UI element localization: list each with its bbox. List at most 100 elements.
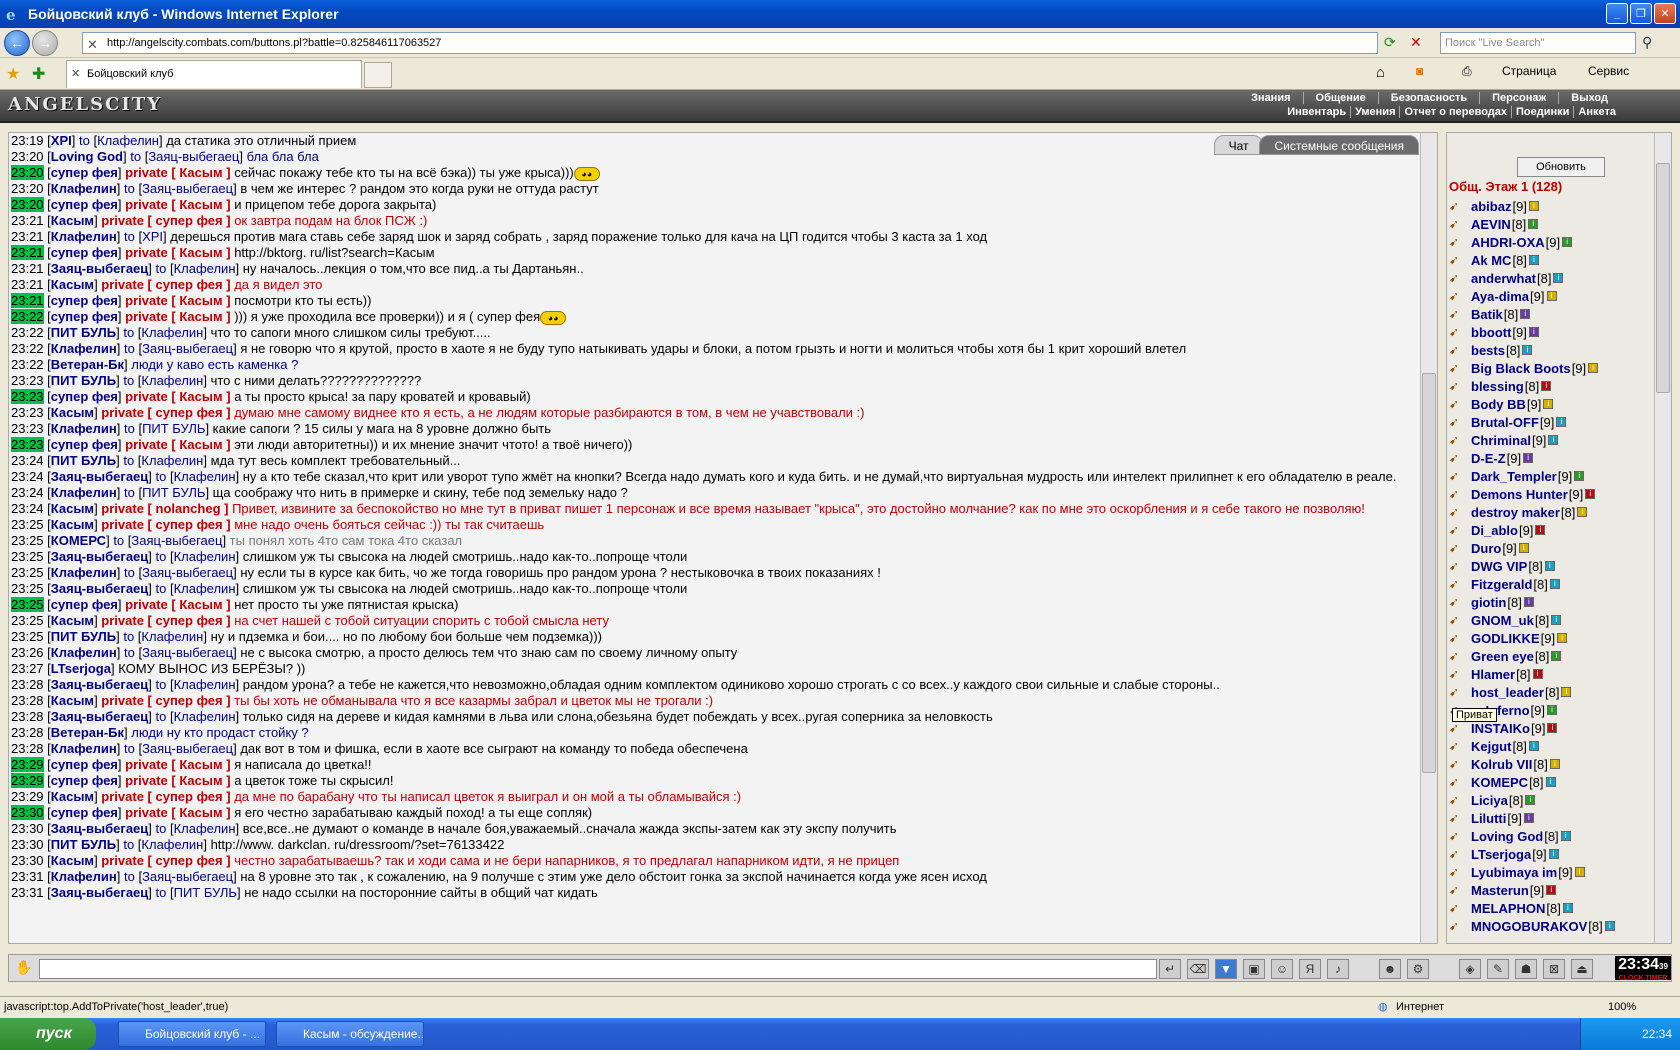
message-time[interactable]: 23:21 (11, 245, 44, 260)
user-name[interactable]: Brutal-OFF (1471, 415, 1539, 430)
message-author[interactable]: супер фея (51, 437, 118, 452)
tools-menu[interactable]: Сервис (1588, 64, 1629, 78)
message-target[interactable]: супер фея (156, 517, 223, 532)
message-target[interactable]: nolancheg (156, 501, 221, 516)
user-info-icon[interactable]: i (1549, 579, 1560, 589)
private-arrow-icon[interactable]: ➹ (1449, 397, 1467, 411)
menu-skills[interactable]: Умения (1351, 106, 1401, 118)
message-author[interactable]: ПИТ БУЛЬ (51, 325, 116, 340)
forward-button[interactable]: → (32, 30, 58, 56)
message-time[interactable]: 23:30 (11, 821, 44, 836)
user-name[interactable]: Aya-dima (1471, 289, 1529, 304)
minimize-button[interactable]: _ (1606, 3, 1628, 24)
user-info-icon[interactable]: i (1535, 525, 1546, 535)
message-author[interactable]: ПИТ БУЛЬ (51, 373, 116, 388)
message-target[interactable]: Заяц-выбегаец (142, 341, 233, 356)
message-author[interactable]: Клафелин (51, 421, 117, 436)
user-name[interactable]: destroy maker (1471, 505, 1560, 520)
message-target[interactable]: Клафелин (174, 261, 236, 276)
message-author[interactable]: LTserjoga (51, 661, 111, 676)
message-time[interactable]: 23:24 (11, 453, 44, 468)
message-author[interactable]: КОМЕРС (51, 533, 106, 548)
message-target[interactable]: Касым (179, 389, 222, 404)
message-target[interactable]: Касым (179, 757, 222, 772)
user-info-icon[interactable]: i (1543, 399, 1554, 409)
message-author[interactable]: Клафелин (51, 741, 117, 756)
private-arrow-icon[interactable]: ➹ (1449, 523, 1467, 537)
private-arrow-icon[interactable]: ➹ (1449, 379, 1467, 393)
private-arrow-icon[interactable]: ➹ (1449, 361, 1467, 375)
clear-icon[interactable]: ⌫ (1187, 959, 1209, 979)
user-info-icon[interactable]: i (1544, 561, 1555, 571)
message-author[interactable]: Касым (51, 853, 94, 868)
user-info-icon[interactable]: i (1560, 831, 1571, 841)
message-target[interactable]: Заяц-выбегаец (142, 181, 233, 196)
new-tab-button[interactable] (364, 62, 392, 88)
user-name[interactable]: anderwhat (1471, 271, 1536, 286)
user-info-icon[interactable]: i (1574, 867, 1585, 877)
message-author[interactable]: Заяц-выбегаец (51, 581, 149, 596)
user-info-icon[interactable]: i (1523, 453, 1534, 463)
chat-scrollbar-thumb[interactable] (1422, 373, 1436, 773)
menu-profile[interactable]: Анкета (1574, 106, 1620, 118)
message-target[interactable]: Заяц-выбегаец (142, 869, 233, 884)
private-arrow-icon[interactable]: ➹ (1449, 865, 1467, 879)
menu-knowledge[interactable]: Знания (1239, 92, 1304, 104)
private-arrow-icon[interactable]: ➹ (1449, 901, 1467, 915)
message-time[interactable]: 23:20 (11, 197, 44, 212)
user-name[interactable]: blessing (1471, 379, 1524, 394)
private-arrow-icon[interactable]: ➹ (1449, 235, 1467, 249)
user-info-icon[interactable]: i (1548, 849, 1559, 859)
message-author[interactable]: ПИТ БУЛЬ (51, 453, 116, 468)
message-author[interactable]: Ветеран-Бк (51, 357, 124, 372)
message-time[interactable]: 23:23 (11, 405, 44, 420)
private-arrow-icon[interactable]: ➹ (1449, 613, 1467, 627)
message-target[interactable]: Клафелин (174, 469, 236, 484)
user-name[interactable]: bboott (1471, 325, 1511, 340)
message-target[interactable]: супер фея (156, 277, 223, 292)
message-time[interactable]: 23:22 (11, 309, 44, 324)
message-time[interactable]: 23:21 (11, 213, 44, 228)
exit-icon[interactable]: ⏏ (1571, 959, 1593, 979)
user-info-icon[interactable]: i (1551, 615, 1562, 625)
user-info-icon[interactable]: i (1528, 219, 1539, 229)
private-arrow-icon[interactable]: ➹ (1449, 199, 1467, 213)
message-target[interactable]: Заяц-выбегаец (142, 565, 233, 580)
message-time[interactable]: 23:29 (11, 757, 44, 772)
chat-input[interactable] (39, 959, 1157, 979)
user-info-icon[interactable]: i (1523, 597, 1534, 607)
message-target[interactable]: ПИТ БУЛЬ (174, 885, 237, 900)
user-name[interactable]: Liciya (1471, 793, 1508, 808)
message-author[interactable]: супер фея (51, 805, 118, 820)
menu-communication[interactable]: Общение (1304, 92, 1379, 104)
private-arrow-icon[interactable]: ➹ (1449, 469, 1467, 483)
message-target[interactable]: супер фея (156, 613, 223, 628)
message-author[interactable]: Заяц-выбегаец (51, 469, 149, 484)
user-info-icon[interactable]: i (1523, 813, 1534, 823)
user-name[interactable]: GNOM_uk (1471, 613, 1534, 628)
search-icon[interactable]: ⚲ (1642, 34, 1652, 51)
user-name[interactable]: AHDRI-OXA (1471, 235, 1545, 250)
user-info-icon[interactable]: i (1574, 471, 1585, 481)
message-time[interactable]: 23:25 (11, 549, 44, 564)
user-name[interactable]: Hlamer (1471, 667, 1515, 682)
message-time[interactable]: 23:28 (11, 725, 44, 740)
user-info-icon[interactable]: i (1561, 687, 1572, 697)
message-author[interactable]: супер фея (51, 165, 118, 180)
home-icon[interactable]: ⌂ (1376, 64, 1385, 81)
user-info-icon[interactable]: i (1585, 489, 1596, 499)
message-time[interactable]: 23:25 (11, 613, 44, 628)
private-arrow-icon[interactable]: ➹ (1449, 793, 1467, 807)
message-time[interactable]: 23:30 (11, 805, 44, 820)
group-icon[interactable]: ☗ (1515, 959, 1537, 979)
user-info-icon[interactable]: i (1532, 669, 1543, 679)
private-arrow-icon[interactable]: ➹ (1449, 919, 1467, 933)
user-info-icon[interactable]: i (1577, 507, 1588, 517)
message-target[interactable]: ПИТ БУЛЬ (142, 421, 205, 436)
user-name[interactable]: Masterun (1471, 883, 1529, 898)
message-time[interactable]: 23:24 (11, 469, 44, 484)
user-info-icon[interactable]: i (1528, 201, 1539, 211)
message-time[interactable]: 23:21 (11, 293, 44, 308)
message-target[interactable]: Клафелин (174, 709, 236, 724)
scroll-icon[interactable]: ✎ (1487, 959, 1509, 979)
